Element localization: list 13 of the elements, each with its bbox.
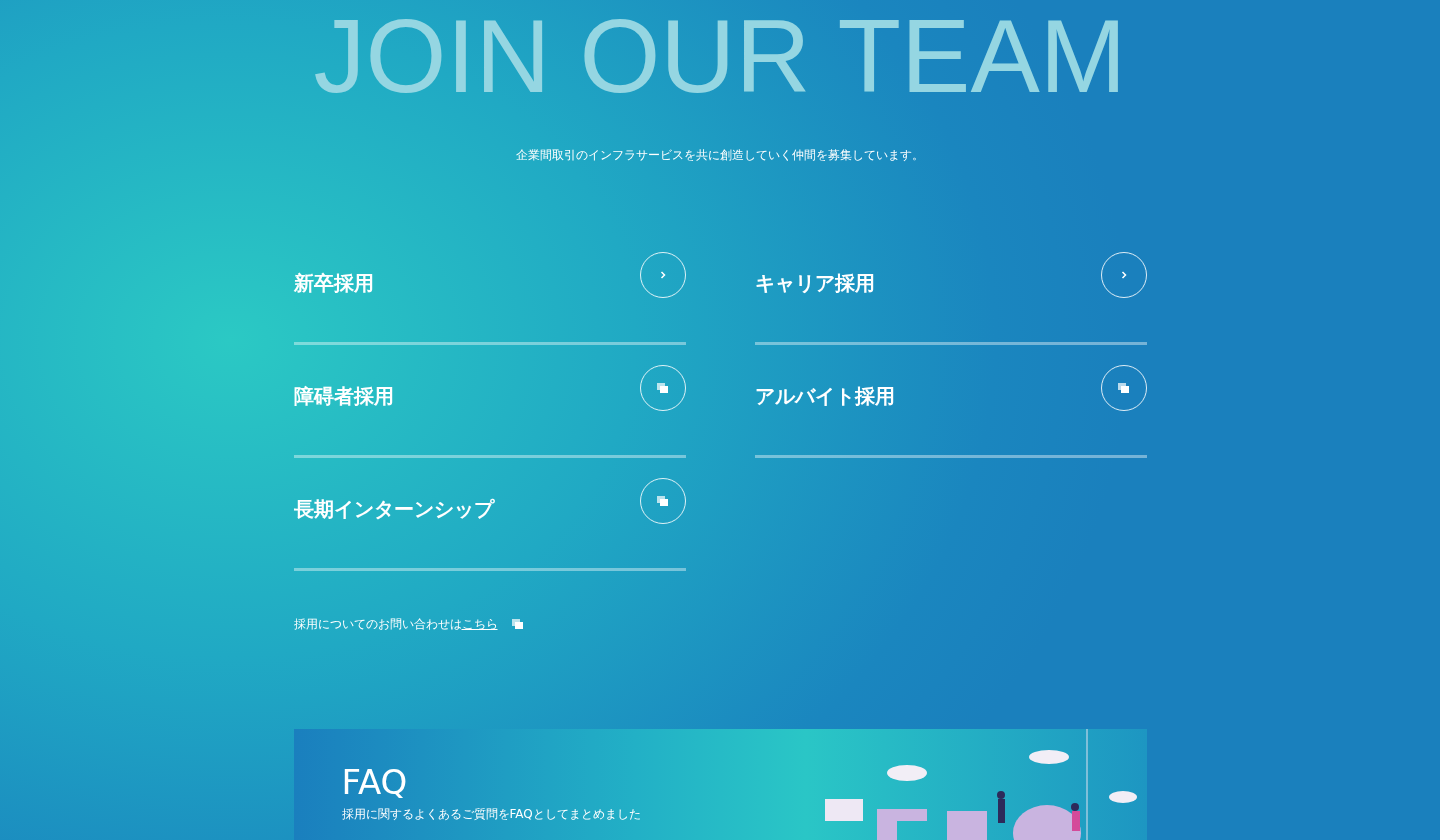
faq-banner[interactable]: FAQ 採用に関するよくあるご質問をFAQとしてまとめました xyxy=(293,729,1147,840)
faq-subtitle: 採用に関するよくあるご質問をFAQとしてまとめました xyxy=(341,806,641,823)
recruit-link[interactable]: 長期インターンシップ xyxy=(293,458,686,571)
contact-text: 採用についてのお問い合わせはこちら xyxy=(293,616,498,633)
hero-title: JOIN OUR TEAM xyxy=(312,0,1128,108)
recruit-link[interactable]: 障碍者採用 xyxy=(293,345,686,458)
hero-lead-text: 企業間取引のインフラサービスを共に創造していく仲間を募集しています。 xyxy=(515,147,925,164)
recruit-link[interactable]: アルバイト採用 xyxy=(754,345,1147,458)
recruit-link[interactable]: 新卒採用 xyxy=(293,232,686,345)
external-link-icon[interactable] xyxy=(511,618,524,630)
faq-title: FAQ xyxy=(341,765,409,799)
recruit-link[interactable]: キャリア採用 xyxy=(754,232,1147,345)
contact-link[interactable]: こちら xyxy=(461,617,498,631)
